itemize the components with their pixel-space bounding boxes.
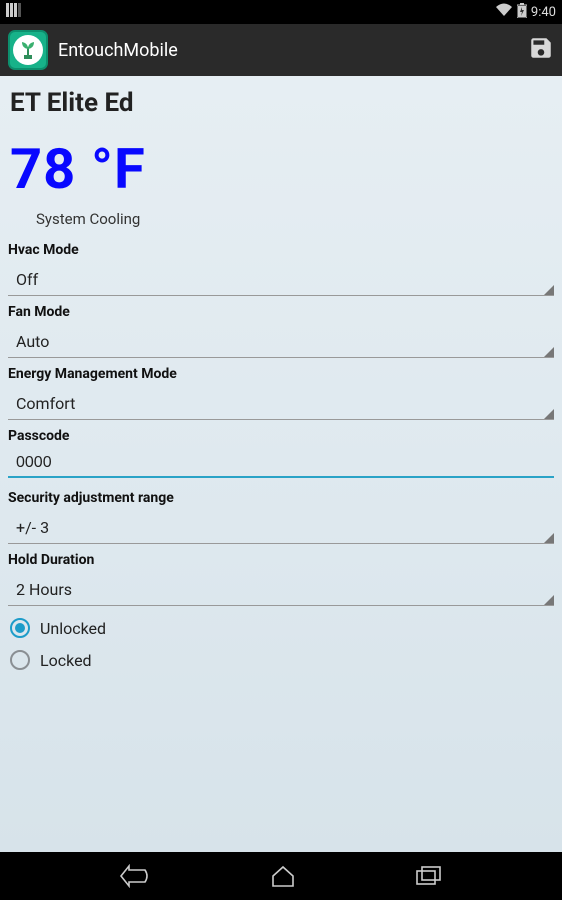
security-range-label: Security adjustment range: [8, 488, 554, 510]
radio-unlocked[interactable]: [10, 618, 30, 638]
passcode-label: Passcode: [8, 426, 554, 448]
hold-duration-label: Hold Duration: [8, 550, 554, 572]
radio-locked-row[interactable]: Locked: [8, 644, 554, 676]
back-button[interactable]: [119, 864, 151, 888]
energy-mode-spinner[interactable]: Comfort: [8, 386, 554, 420]
radio-locked[interactable]: [10, 650, 30, 670]
radio-locked-label: Locked: [40, 651, 92, 670]
signal-strength-icon: [6, 3, 22, 21]
passcode-field: Passcode: [8, 426, 554, 484]
hold-duration-spinner[interactable]: 2 Hours: [8, 572, 554, 606]
hvac-mode-field: Hvac Mode Off: [8, 240, 554, 296]
fan-mode-label: Fan Mode: [8, 302, 554, 324]
radio-unlocked-row[interactable]: Unlocked: [8, 612, 554, 644]
security-range-field: Security adjustment range +/- 3: [8, 488, 554, 544]
hold-duration-field: Hold Duration 2 Hours: [8, 550, 554, 606]
radio-unlocked-label: Unlocked: [40, 619, 106, 638]
status-bar: 9:40: [0, 0, 562, 24]
energy-mode-field: Energy Management Mode Comfort: [8, 364, 554, 420]
energy-mode-label: Energy Management Mode: [8, 364, 554, 386]
main-content: ET Elite Ed 78 °F System Cooling Hvac Mo…: [0, 76, 562, 852]
temperature-display: 78 °F: [10, 136, 554, 202]
status-time: 9:40: [531, 5, 556, 20]
home-button[interactable]: [269, 864, 297, 888]
app-title: EntouchMobile: [58, 40, 178, 61]
plant-icon: [17, 39, 39, 61]
passcode-input[interactable]: [8, 448, 554, 478]
app-icon[interactable]: [8, 30, 48, 70]
wifi-icon: [495, 3, 513, 21]
hvac-mode-spinner[interactable]: Off: [8, 262, 554, 296]
save-button[interactable]: [528, 35, 554, 65]
navigation-bar: [0, 852, 562, 900]
system-status: System Cooling: [36, 210, 554, 228]
security-range-spinner[interactable]: +/- 3: [8, 510, 554, 544]
hvac-mode-label: Hvac Mode: [8, 240, 554, 262]
page-title: ET Elite Ed: [10, 88, 554, 118]
recents-button[interactable]: [415, 865, 443, 887]
fan-mode-spinner[interactable]: Auto: [8, 324, 554, 358]
fan-mode-field: Fan Mode Auto: [8, 302, 554, 358]
action-bar: EntouchMobile: [0, 24, 562, 76]
battery-charging-icon: [517, 3, 527, 22]
